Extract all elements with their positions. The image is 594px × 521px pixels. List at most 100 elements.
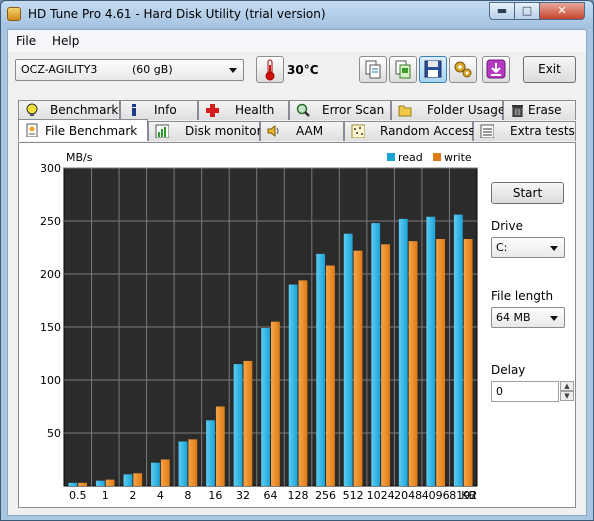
tab-aam-label: AAM — [296, 124, 324, 138]
drive-combo[interactable]: C: — [491, 237, 565, 258]
exit-button[interactable]: Exit — [523, 56, 576, 83]
floppy-disk-icon — [424, 60, 442, 78]
tab-erase-label: Erase — [528, 103, 562, 117]
legend-write-swatch — [433, 153, 441, 161]
tab-health[interactable]: Health — [198, 100, 289, 120]
tab-aam[interactable]: AAM — [260, 121, 344, 141]
thermometer-icon — [265, 59, 275, 81]
read-bar — [343, 233, 353, 486]
tab-file-benchmark[interactable]: File Benchmark — [18, 119, 148, 141]
write-bar — [160, 459, 170, 486]
random-dots-icon — [351, 124, 365, 138]
tab-info[interactable]: Info — [120, 100, 198, 120]
checklist-icon — [480, 124, 494, 138]
legend-write-label: write — [444, 151, 472, 164]
y-tick-label: 100 — [40, 374, 61, 387]
copy-info-button[interactable] — [359, 56, 387, 83]
close-button[interactable]: ✕ — [539, 2, 585, 20]
x-tick-label: 2048 — [394, 489, 422, 502]
x-tick-label: 1024 — [367, 489, 395, 502]
app-window: HD Tune Pro 4.61 - Hard Disk Utility (tr… — [0, 0, 594, 521]
chevron-down-icon — [550, 246, 558, 251]
screenshot-copy-icon — [395, 60, 411, 79]
tab-folder-usage[interactable]: Folder Usage — [391, 100, 505, 120]
tab-disk-monitor-label: Disk monitor — [185, 124, 262, 138]
app-icon — [7, 7, 21, 21]
y-axis-label: MB/s — [66, 151, 93, 164]
health-cross-icon — [206, 104, 219, 117]
read-bar — [261, 328, 270, 486]
delay-input[interactable]: 0 — [491, 381, 559, 402]
write-bar — [78, 482, 88, 486]
menu-bar: File Help — [8, 30, 586, 52]
info-icon — [132, 104, 136, 116]
drive-capacity: (60 gB) — [132, 63, 173, 76]
chevron-down-icon — [550, 316, 558, 321]
write-bar — [105, 479, 115, 486]
write-bar — [188, 439, 198, 486]
tab-extra-tests[interactable]: Extra tests — [473, 121, 576, 141]
copy-screenshot-button[interactable] — [389, 56, 417, 83]
tab-erase[interactable]: Erase — [503, 100, 576, 120]
download-arrow-icon — [486, 59, 506, 79]
read-bar — [398, 218, 408, 486]
benchmark-chart-svg: 50 100 150 200 250 300 MB/s 0.5 1 2 4 8 16 32 64 128 256… — [34, 148, 479, 506]
temperature-readout: 30°C — [287, 63, 319, 77]
delay-spinner[interactable]: ▲ ▼ — [560, 381, 574, 402]
client-area: File Help OCZ-AGILITY3 (60 gB) 30°C Exit… — [7, 29, 587, 516]
maximize-button[interactable]: □ — [514, 2, 540, 20]
write-bar — [436, 239, 446, 486]
y-tick-label: 300 — [40, 162, 61, 175]
read-bar — [123, 474, 133, 486]
tab-random-access[interactable]: Random Access — [344, 121, 475, 141]
menu-file-label: File — [16, 34, 37, 48]
toolbar: OCZ-AGILITY3 (60 gB) 30°C Exit — [8, 52, 586, 92]
x-unit-label: KB — [461, 489, 476, 502]
download-button[interactable] — [482, 56, 510, 83]
document-icon — [26, 123, 38, 137]
temperature-button[interactable] — [256, 56, 284, 83]
y-tick-label: 150 — [40, 321, 61, 334]
menu-help[interactable]: Help — [52, 34, 79, 48]
tab-extra-tests-label: Extra tests — [510, 124, 575, 138]
read-bar — [68, 482, 78, 486]
save-button[interactable] — [419, 56, 447, 83]
gears-icon — [454, 61, 472, 78]
spin-up-icon[interactable]: ▲ — [560, 381, 574, 391]
magnifier-icon — [296, 103, 310, 117]
tab-error-scan[interactable]: Error Scan — [289, 100, 391, 120]
trash-can-icon — [512, 105, 523, 117]
tab-row-top: Benchmark Info Health Error Scan Folder … — [18, 100, 576, 120]
tab-disk-monitor[interactable]: Disk monitor — [148, 121, 262, 141]
tab-benchmark-label: Benchmark — [50, 103, 119, 117]
menu-file[interactable]: File — [16, 34, 36, 48]
x-tick-label: 512 — [343, 489, 364, 502]
read-bar — [426, 216, 436, 486]
minimize-button[interactable]: ▬ — [489, 2, 515, 20]
file-length-combo[interactable]: 64 MB — [491, 307, 565, 328]
x-tick-label: 4 — [157, 489, 164, 502]
x-tick-label: 2 — [129, 489, 136, 502]
x-tick-label: 1 — [102, 489, 109, 502]
tab-file-benchmark-label: File Benchmark — [45, 124, 138, 138]
drive-combo-value: C: — [496, 241, 508, 254]
write-bar — [133, 473, 143, 486]
menu-help-label: Help — [52, 34, 80, 48]
read-bar — [178, 441, 188, 486]
write-bar — [353, 250, 363, 486]
chevron-down-icon — [229, 68, 237, 73]
spin-down-icon[interactable]: ▼ — [560, 391, 574, 401]
drive-selector[interactable]: OCZ-AGILITY3 (60 gB) — [15, 59, 244, 81]
tab-health-label: Health — [235, 103, 275, 117]
benchmark-chart: 50 100 150 200 250 300 MB/s 0.5 1 2 4 8 16 32 64 128 256… — [34, 148, 479, 506]
start-button[interactable]: Start — [491, 182, 564, 204]
options-button[interactable] — [449, 56, 477, 83]
write-bar — [271, 321, 280, 486]
write-bar — [215, 406, 225, 486]
tab-benchmark[interactable]: Benchmark — [18, 100, 120, 120]
write-bar — [381, 244, 390, 486]
write-bar — [408, 241, 418, 486]
title-bar[interactable]: HD Tune Pro 4.61 - Hard Disk Utility (tr… — [1, 1, 593, 29]
x-tick-label: 16 — [208, 489, 222, 502]
speaker-icon — [267, 125, 279, 137]
